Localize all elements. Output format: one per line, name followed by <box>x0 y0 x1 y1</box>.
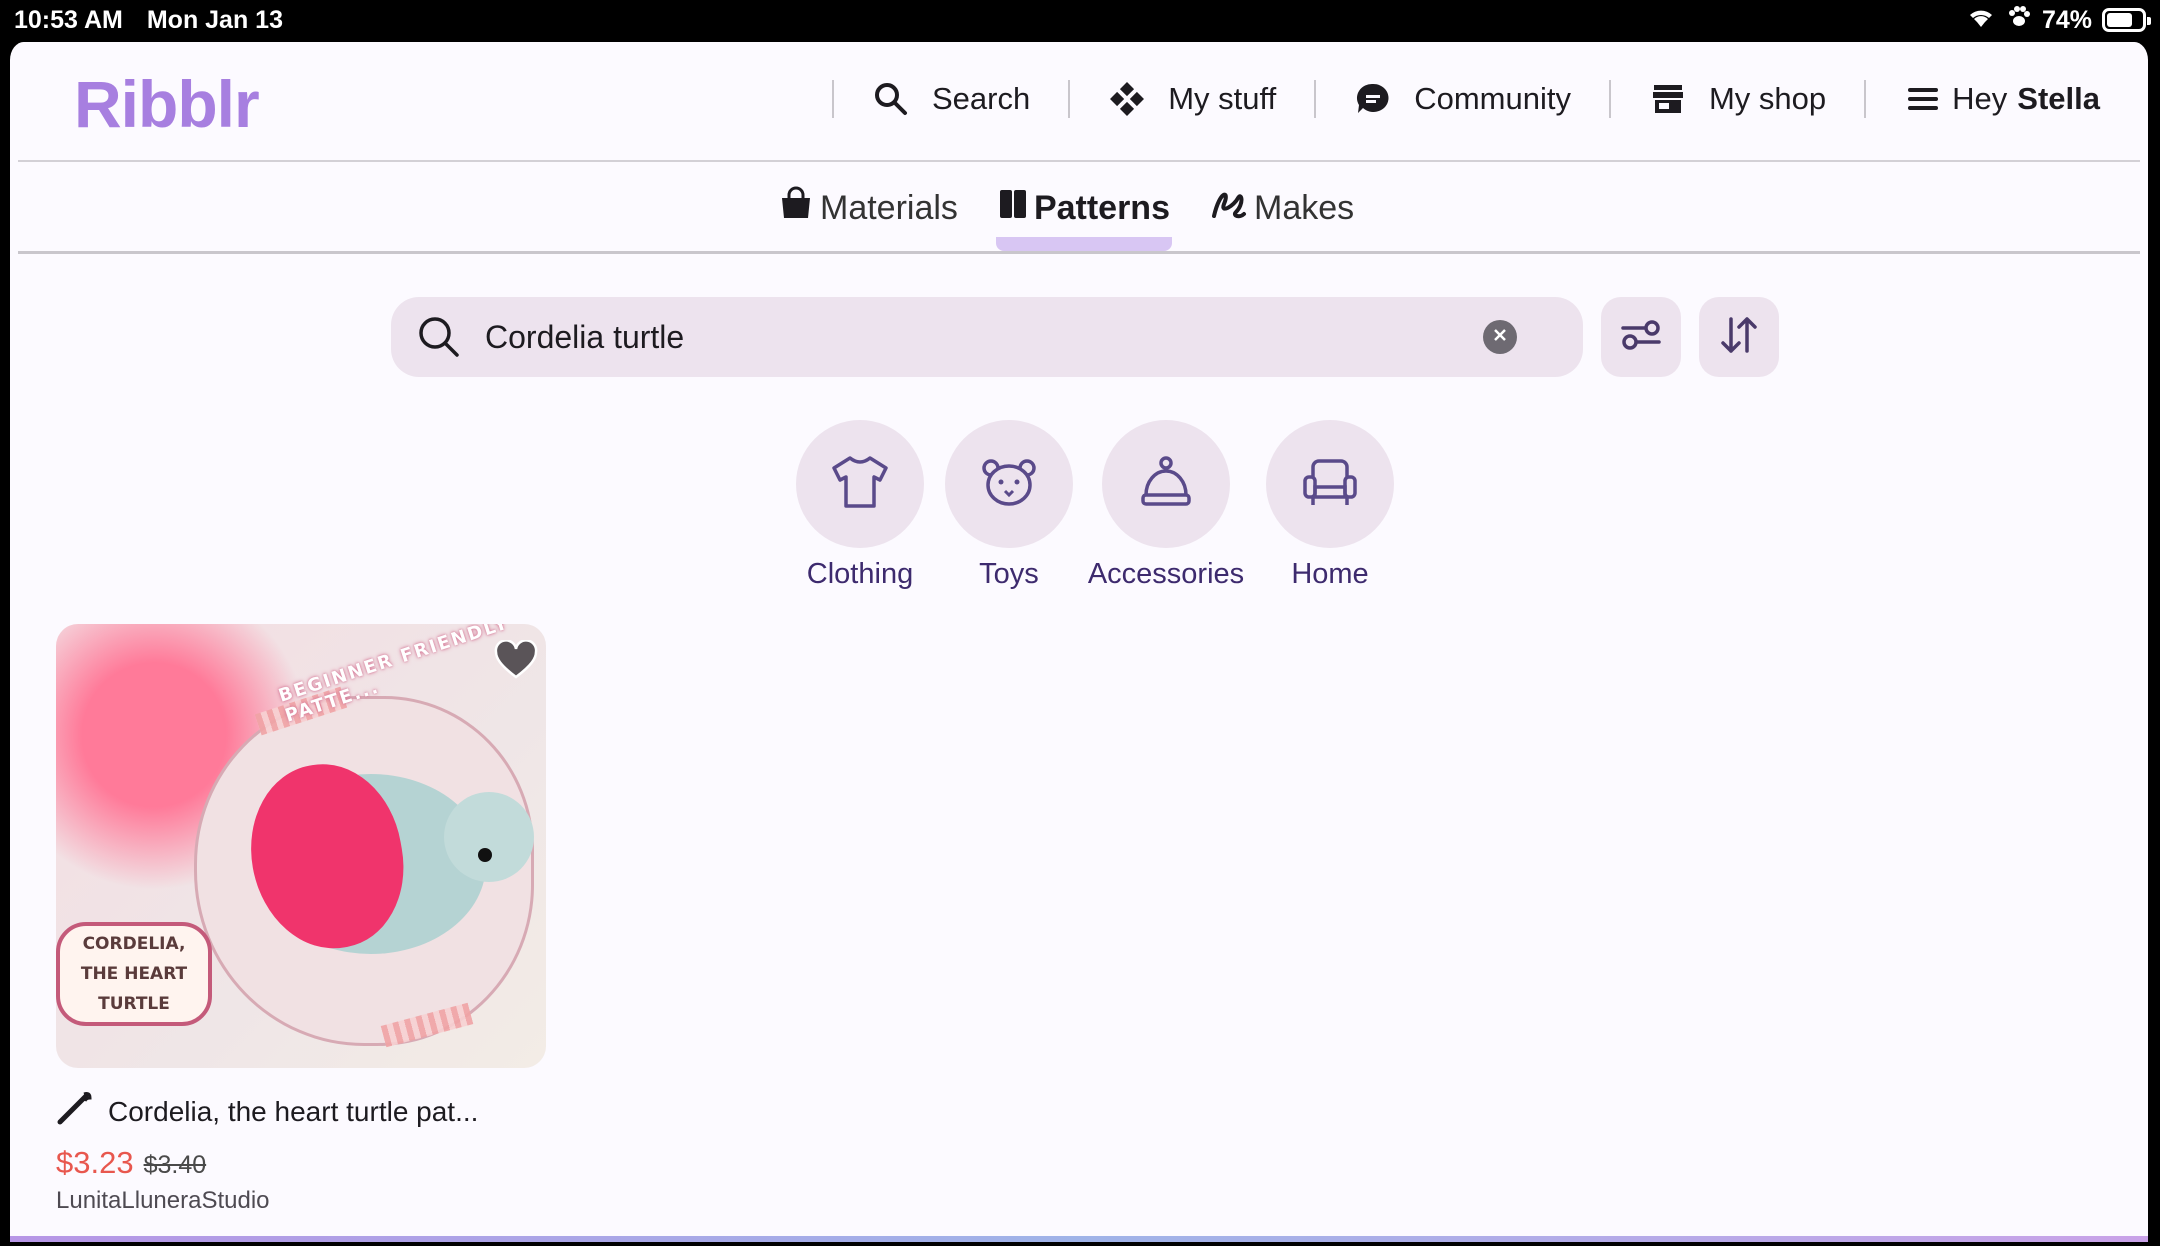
nav-community-label: Community <box>1414 81 1571 116</box>
wifi-icon <box>1966 5 1996 36</box>
battery-percent: 74% <box>2041 5 2092 34</box>
category-circle <box>1102 420 1230 548</box>
turtle-eye <box>478 848 492 862</box>
top-header: Ribblr Search My stuff Community My shop… <box>18 42 2140 162</box>
category-label: Toys <box>979 558 1039 590</box>
close-icon <box>1491 326 1509 349</box>
favorite-button[interactable] <box>492 638 540 686</box>
category-toys[interactable]: Toys <box>945 420 1073 591</box>
active-tab-indicator <box>995 237 1172 251</box>
category-circle <box>945 420 1073 548</box>
badge-line: THE HEART <box>80 964 188 984</box>
sale-price: $3.23 <box>56 1145 134 1180</box>
tab-makes[interactable]: Makes <box>1210 186 1354 231</box>
pattern-title-row: Cordelia, the heart turtle pat... <box>56 1090 546 1133</box>
bottom-accent-bar <box>10 1236 2148 1242</box>
thumbnail-title-badge: CORDELIA, THE HEART TURTLE <box>56 922 212 1026</box>
category-clothing[interactable]: Clothing <box>786 420 934 591</box>
pattern-title[interactable]: Cordelia, the heart turtle pat... <box>108 1096 478 1128</box>
tab-patterns[interactable]: Patterns <box>995 186 1172 251</box>
nav-divider <box>1068 80 1071 118</box>
status-date: Mon Jan 13 <box>146 5 283 34</box>
storefront-icon <box>1649 80 1687 118</box>
category-label: Clothing <box>806 558 914 590</box>
price-row: $3.23 $3.40 <box>56 1145 546 1181</box>
shopping-bag-icon <box>778 186 814 231</box>
paw-icon <box>2006 5 2032 36</box>
turtle-head <box>444 792 534 882</box>
tshirt-icon <box>830 454 890 515</box>
nav-user-menu[interactable]: Hey Stella <box>1904 80 2100 118</box>
search-icon <box>415 313 463 361</box>
category-circle <box>796 420 924 548</box>
main-nav: Search My stuff Community My shop Hey St… <box>794 72 2100 126</box>
chat-bubble-icon <box>1354 80 1392 118</box>
battery-fill <box>2107 13 2133 27</box>
badge-line: TURTLE <box>98 994 170 1014</box>
nav-my-stuff[interactable]: My stuff <box>1108 80 1276 118</box>
hamburger-menu-icon <box>1904 80 1942 118</box>
original-price: $3.40 <box>143 1151 207 1179</box>
nav-my-shop[interactable]: My shop <box>1649 80 1826 118</box>
filter-button[interactable] <box>1601 297 1681 377</box>
nav-search[interactable]: Search <box>872 80 1030 118</box>
ribblr-logo[interactable]: Ribblr <box>74 66 260 142</box>
status-bar: 10:53 AM Mon Jan 13 74% <box>0 0 2160 40</box>
teddy-bear-icon <box>980 456 1038 513</box>
tab-materials-label: Materials <box>820 189 958 227</box>
sort-button[interactable] <box>1699 297 1779 377</box>
nav-divider <box>1864 80 1867 118</box>
category-home[interactable]: Home <box>1260 420 1400 591</box>
category-tabs-bar: Materials Patterns Makes <box>18 164 2140 254</box>
battery-icon <box>2102 8 2151 32</box>
search-bar[interactable] <box>391 297 1583 377</box>
heart-icon <box>494 638 538 685</box>
open-book-icon <box>998 187 1028 230</box>
search-row <box>391 297 1779 377</box>
yarn-squiggle-icon <box>1210 186 1248 231</box>
status-time: 10:53 AM <box>14 5 123 34</box>
filter-sliders-icon <box>1619 317 1663 358</box>
category-chips: Clothing Toys Accessories Home <box>786 420 1400 591</box>
category-accessories[interactable]: Accessories <box>1084 420 1248 591</box>
sort-arrows-icon <box>1717 313 1761 362</box>
nav-my-stuff-label: My stuff <box>1168 81 1277 116</box>
badge-line: CORDELIA, <box>82 934 186 954</box>
tab-materials[interactable]: Materials <box>778 186 958 231</box>
clear-search-button[interactable] <box>1483 320 1517 354</box>
armchair-icon <box>1301 455 1359 514</box>
greeting-prefix: Hey <box>1952 81 2008 116</box>
beanie-icon <box>1138 455 1194 514</box>
seller-name[interactable]: LunitaLluneraStudio <box>56 1187 546 1215</box>
nav-community[interactable]: Community <box>1354 80 1571 118</box>
app-window: Ribblr Search My stuff Community My shop… <box>6 42 2152 1246</box>
crochet-hook-icon <box>56 1090 94 1133</box>
pattern-card[interactable]: BEGINNER FRIENDLY PATTE... CORDELIA, THE… <box>56 624 546 1215</box>
nav-divider <box>832 80 834 118</box>
tab-makes-label: Makes <box>1254 189 1355 227</box>
category-circle <box>1266 420 1394 548</box>
nav-search-label: Search <box>932 81 1031 116</box>
user-name: Stella <box>2017 81 2100 116</box>
nav-divider <box>1314 80 1317 118</box>
search-icon <box>872 80 910 118</box>
nav-my-shop-label: My shop <box>1708 81 1827 116</box>
tab-patterns-label: Patterns <box>1033 189 1170 227</box>
search-input[interactable] <box>485 318 1483 356</box>
nav-divider <box>1608 80 1611 118</box>
category-label: Home <box>1291 558 1369 590</box>
pattern-thumbnail[interactable]: BEGINNER FRIENDLY PATTE... CORDELIA, THE… <box>56 624 546 1068</box>
diamond-grid-icon <box>1108 80 1146 118</box>
category-label: Accessories <box>1087 558 1245 590</box>
